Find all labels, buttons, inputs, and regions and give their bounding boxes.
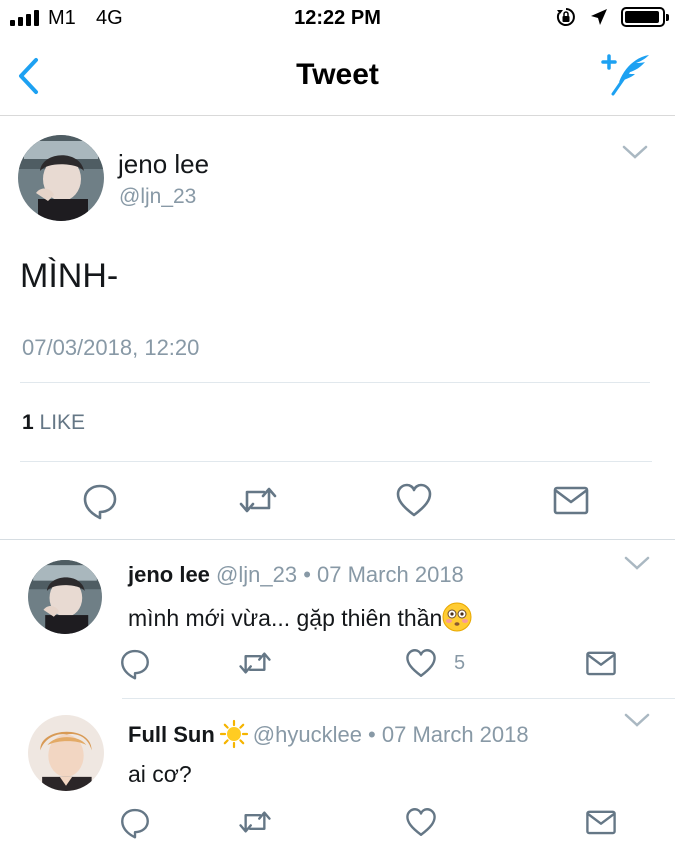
orientation-lock-icon: [556, 8, 575, 26]
retweet-button[interactable]: [238, 646, 272, 680]
main-tweet: jeno lee @ljn_23 MÌNH- 07/03/2018, 12:20…: [0, 117, 675, 539]
chevron-down-icon[interactable]: [623, 711, 651, 729]
like-count: 1: [22, 411, 34, 434]
envelope-icon: [586, 651, 616, 676]
retweet-icon: [239, 811, 271, 833]
like-button[interactable]: [394, 480, 434, 520]
reply-like-count: 5: [454, 652, 466, 674]
author-name[interactable]: jeno lee: [118, 149, 209, 180]
reply-tweet[interactable]: Full Sun @hyucklee • 07 March 2018 ai cơ…: [0, 699, 675, 854]
retweet-icon: [239, 652, 271, 674]
retweet-button[interactable]: [238, 480, 278, 520]
navigation-bar: Tweet: [0, 36, 675, 116]
reply-text: ai cơ?: [128, 761, 192, 787]
reply-button[interactable]: [118, 805, 152, 839]
heart-icon: [406, 649, 436, 677]
like-count-label: LIKE: [39, 411, 86, 434]
flushed-face-emoji: [442, 602, 472, 632]
divider: [20, 382, 650, 383]
divider: [20, 461, 652, 462]
battery-level-fill: [625, 11, 660, 23]
direct-message-button[interactable]: [551, 480, 591, 520]
envelope-icon: [586, 810, 616, 835]
chevron-down-icon[interactable]: [623, 554, 651, 572]
reply-icon: [121, 649, 149, 680]
avatar[interactable]: [28, 560, 102, 634]
reply-icon: [83, 484, 117, 520]
reply-author-name[interactable]: jeno lee: [128, 562, 210, 587]
chevron-down-icon[interactable]: [621, 143, 649, 161]
like-button[interactable]: [404, 646, 438, 680]
envelope-icon: [553, 486, 589, 515]
compose-tweet-button[interactable]: [601, 52, 653, 98]
compose-feather-icon: [601, 54, 649, 96]
reply-button[interactable]: [118, 646, 152, 680]
avatar[interactable]: [28, 715, 104, 791]
direct-message-button[interactable]: [584, 646, 618, 680]
location-arrow-icon: [591, 9, 607, 25]
retweet-icon: [239, 487, 277, 513]
reply-button[interactable]: [80, 480, 120, 520]
reply-meta: @ljn_23 • 07 March 2018: [216, 562, 464, 587]
reply-tweet[interactable]: jeno lee @ljn_23 • 07 March 2018 mình mớ…: [0, 540, 675, 698]
heart-icon: [396, 483, 432, 517]
reply-icon: [121, 808, 149, 839]
tweet-timestamp: 07/03/2018, 12:20: [22, 335, 200, 360]
author-handle[interactable]: @ljn_23: [119, 185, 196, 209]
reply-author-name[interactable]: Full Sun: [128, 722, 215, 747]
reply-text: mình mới vừa... gặp thiên thần: [128, 605, 443, 631]
retweet-button[interactable]: [238, 805, 272, 839]
avatar[interactable]: [18, 135, 104, 221]
battery-icon: [621, 7, 669, 27]
page-title: Tweet: [296, 58, 379, 91]
sun-emoji: [219, 719, 248, 749]
like-count-summary[interactable]: 1 LIKE: [22, 411, 85, 435]
direct-message-button[interactable]: [584, 805, 618, 839]
reply-meta: @hyucklee • 07 March 2018: [252, 722, 529, 747]
status-bar: M1 4G 12:22 PM: [0, 0, 675, 36]
tweet-text: MÌNH-: [20, 257, 119, 295]
heart-icon: [406, 808, 436, 836]
like-button[interactable]: [404, 805, 438, 839]
